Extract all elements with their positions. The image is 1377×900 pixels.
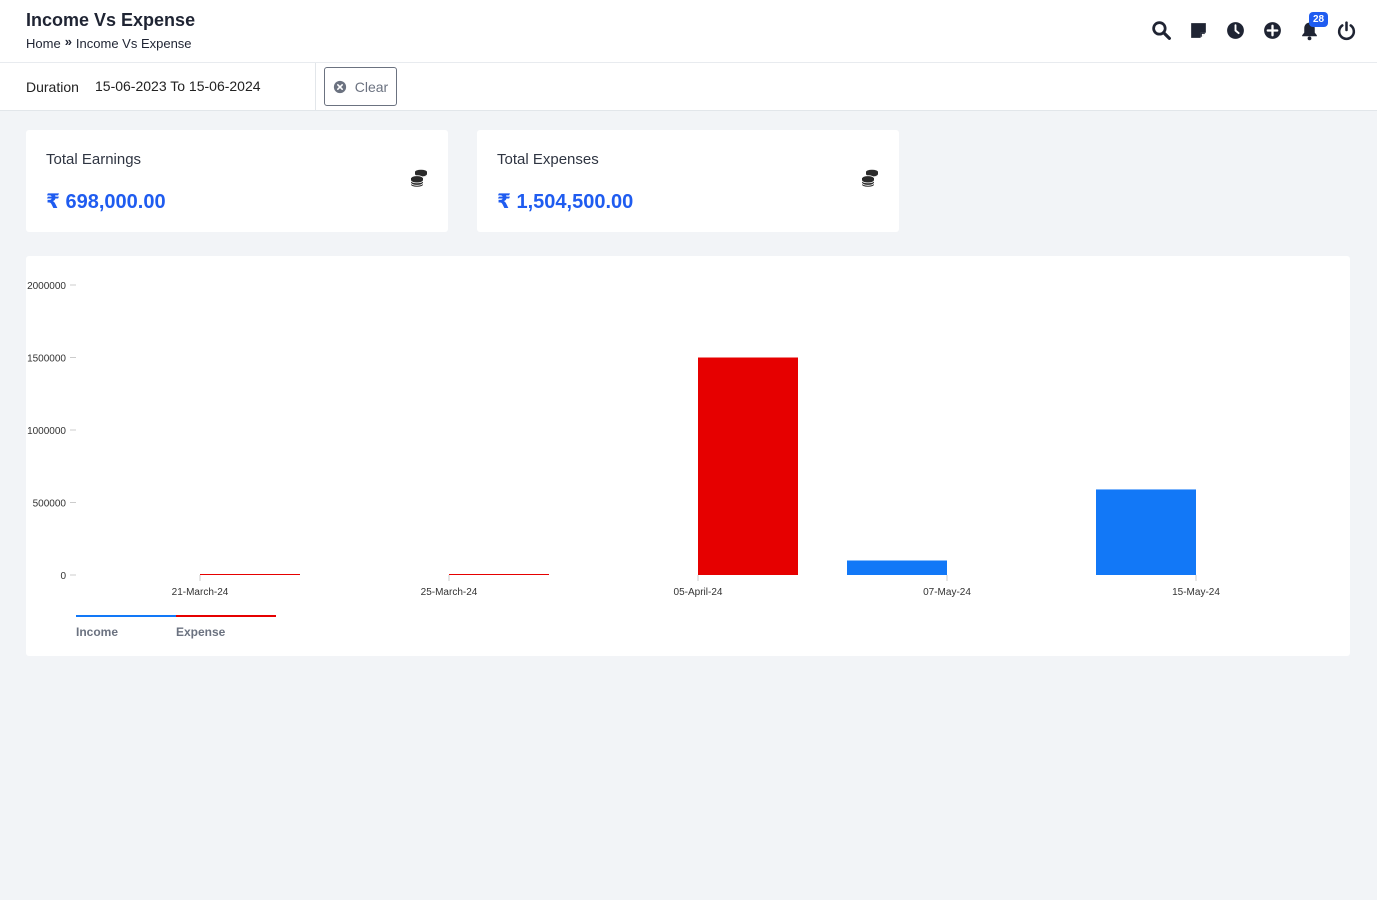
chart-svg: 0 500000 1000000 1500000 2000000 21-March-24 2… [27, 281, 1220, 639]
power-icon[interactable] [1336, 20, 1357, 41]
total-earnings-title: Total Earnings [46, 151, 142, 168]
breadcrumb-current: Income Vs Expense [75, 36, 192, 51]
coins-icon [410, 169, 428, 187]
bar-expense [449, 574, 549, 575]
income-expense-chart: 0 500000 1000000 1500000 2000000 21-March-24 2… [26, 256, 1350, 656]
duration-label: Duration [26, 79, 79, 95]
page-title: Income Vs Expense [26, 10, 196, 30]
duration-range-input[interactable]: 15-06-2023 To 15-06-2024 [95, 78, 261, 94]
clock-icon[interactable] [1225, 20, 1246, 41]
header-actions: 28 [1135, 12, 1357, 41]
notification-count-badge: 28 [1309, 12, 1329, 27]
top-bar: Income Vs Expense Home » Income Vs Expen… [0, 0, 1377, 63]
total-earnings-card: Total Earnings ₹ 698,000.00 [26, 130, 448, 232]
x-axis-tick-label: 05-April-24 [674, 587, 723, 598]
y-axis-tick-label: 1500000 [27, 354, 66, 365]
coins-icon [861, 169, 879, 187]
bell-icon[interactable]: 28 [1299, 12, 1329, 41]
total-earnings-value: ₹ 698,000.00 [46, 191, 166, 213]
clear-button-label: Clear [354, 78, 389, 95]
bar-income [847, 560, 947, 575]
legend-label-expense: Expense [176, 625, 226, 639]
breadcrumb-separator: » [64, 34, 72, 49]
y-axis-tick-label: 500000 [33, 499, 67, 510]
y-axis-tick-label: 2000000 [27, 281, 66, 292]
breadcrumb: Home » Income Vs Expense [26, 34, 192, 51]
x-axis-tick-label: 21-March-24 [172, 587, 229, 598]
sticky-note-icon[interactable] [1188, 20, 1209, 41]
bar-income [1096, 489, 1196, 575]
total-expenses-title: Total Expenses [497, 151, 599, 168]
clear-button[interactable]: Clear [324, 67, 397, 106]
filter-divider [315, 63, 316, 110]
x-axis-tick-label: 15-May-24 [1172, 587, 1220, 598]
filter-bar: Duration 15-06-2023 To 15-06-2024 Clear [0, 63, 1377, 111]
legend-label-income: Income [76, 625, 118, 639]
total-expenses-card: Total Expenses ₹ 1,504,500.00 [477, 130, 899, 232]
total-expenses-value: ₹ 1,504,500.00 [497, 191, 634, 213]
bar-expense [200, 574, 300, 575]
search-icon[interactable] [1151, 20, 1172, 41]
y-axis-tick-label: 1000000 [27, 426, 66, 437]
breadcrumb-home[interactable]: Home [26, 36, 61, 51]
plus-circle-icon[interactable] [1262, 20, 1283, 41]
bar-expense [698, 357, 798, 575]
x-axis-tick-label: 07-May-24 [923, 587, 971, 598]
x-axis-tick-label: 25-March-24 [421, 587, 478, 598]
close-circle-icon [333, 80, 346, 93]
y-axis-tick-label: 0 [60, 571, 66, 582]
